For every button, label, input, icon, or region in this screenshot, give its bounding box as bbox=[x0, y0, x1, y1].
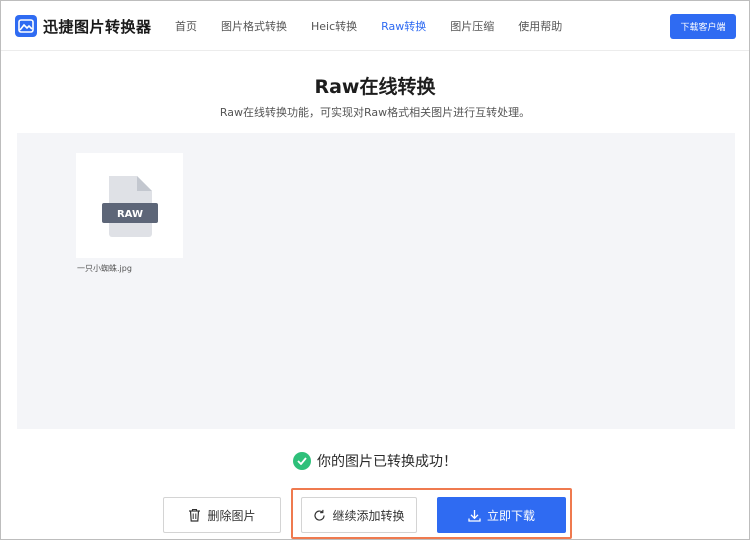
app-logo[interactable]: 迅捷图片转换器 bbox=[15, 14, 152, 38]
nav-item-format-convert[interactable]: 图片格式转换 bbox=[221, 18, 287, 34]
status-text: 你的图片已转换成功！ bbox=[317, 454, 457, 470]
download-icon bbox=[468, 509, 481, 522]
file-work-area: RAW 一只小蜘蛛.jpg bbox=[17, 133, 735, 429]
download-client-button[interactable]: 下载客户端 bbox=[670, 14, 736, 39]
nav-item-raw-convert[interactable]: Raw转换 bbox=[381, 18, 426, 34]
app-name: 迅捷图片转换器 bbox=[43, 17, 152, 36]
refresh-icon bbox=[314, 509, 326, 521]
page-subtitle: Raw在线转换功能，可实现对Raw格式相关图片进行互转处理。 bbox=[219, 106, 531, 119]
page-title: Raw在线转换 bbox=[314, 76, 436, 98]
trash-icon bbox=[189, 508, 201, 522]
continue-add-button[interactable]: 继续添加转换 bbox=[301, 497, 417, 533]
delete-image-label: 删除图片 bbox=[207, 508, 256, 523]
main-nav: 首页 图片格式转换 Heic转换 Raw转换 图片压缩 使用帮助 bbox=[175, 1, 586, 51]
delete-image-button[interactable]: 删除图片 bbox=[163, 497, 281, 533]
nav-item-home[interactable]: 首页 bbox=[175, 18, 197, 34]
continue-add-label: 继续添加转换 bbox=[332, 508, 405, 523]
download-now-label: 立即下载 bbox=[486, 508, 535, 523]
conversion-status: 你的图片已转换成功！ bbox=[1, 451, 749, 471]
top-header: 迅捷图片转换器 首页 图片格式转换 Heic转换 Raw转换 图片压缩 使用帮助… bbox=[1, 1, 749, 51]
check-circle-icon bbox=[293, 452, 311, 470]
file-thumbnail[interactable]: RAW bbox=[76, 153, 183, 258]
raw-file-icon: RAW bbox=[101, 175, 158, 237]
nav-item-heic-convert[interactable]: Heic转换 bbox=[311, 18, 357, 34]
file-name: 一只小蜘蛛.jpg bbox=[77, 264, 132, 273]
app-window: 迅捷图片转换器 首页 图片格式转换 Heic转换 Raw转换 图片压缩 使用帮助… bbox=[0, 0, 750, 540]
nav-item-help[interactable]: 使用帮助 bbox=[518, 18, 562, 34]
nav-item-image-compress[interactable]: 图片压缩 bbox=[450, 18, 494, 34]
download-now-button[interactable]: 立即下载 bbox=[437, 497, 566, 533]
image-icon bbox=[15, 15, 37, 37]
file-badge: RAW bbox=[116, 209, 142, 220]
